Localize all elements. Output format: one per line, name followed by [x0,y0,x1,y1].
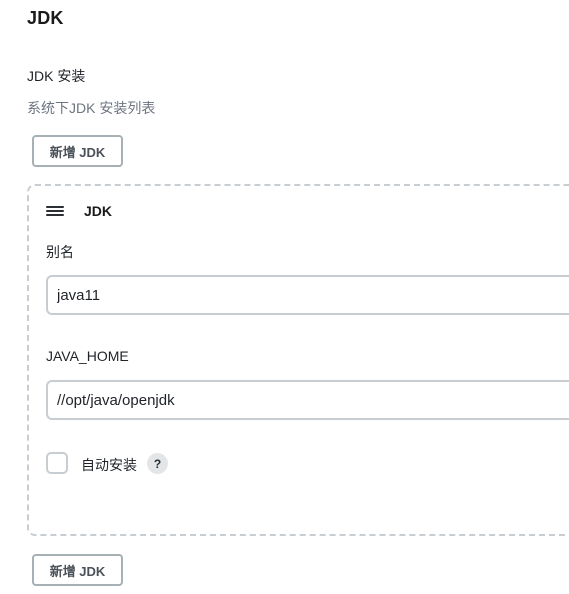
alias-label: 别名 [46,244,74,260]
jdk-installations-label: JDK 安装 [27,68,86,84]
jdk-config-page: JDK JDK 安装 系统下JDK 安装列表 新增 JDK JDK 别名 JAV… [0,0,569,594]
section-title: JDK [27,8,64,28]
jdk-installations-description: 系统下JDK 安装列表 [27,100,156,116]
auto-install-checkbox[interactable] [46,452,68,474]
jdk-entry-title: JDK [84,203,113,219]
add-jdk-button-bottom[interactable]: 新增 JDK [32,554,123,586]
java-home-input[interactable] [46,380,569,420]
question-mark-icon[interactable]: ? [147,453,168,474]
drag-handle-icon[interactable] [46,204,64,218]
java-home-label: JAVA_HOME [46,348,129,364]
add-jdk-button-top[interactable]: 新增 JDK [32,135,123,167]
auto-install-label[interactable]: 自动安装 [81,455,137,475]
alias-input[interactable] [46,275,569,315]
